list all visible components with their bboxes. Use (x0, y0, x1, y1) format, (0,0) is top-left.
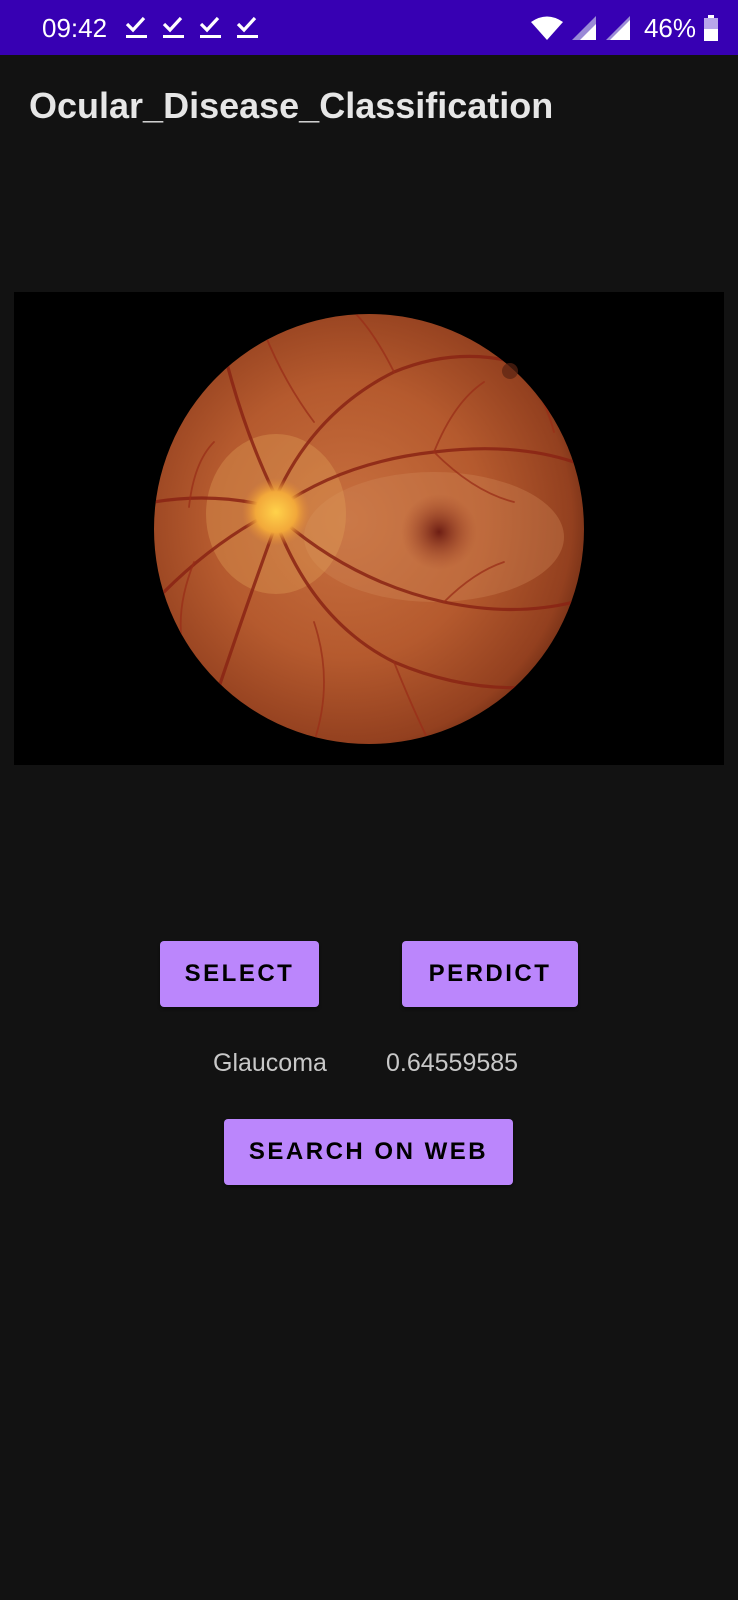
notification-icons (124, 14, 261, 40)
select-button[interactable]: SELECT (160, 941, 319, 1007)
battery-icon (704, 15, 718, 41)
signal-icon (605, 16, 630, 40)
download-done-icon (125, 16, 147, 38)
download-done-icon (236, 16, 258, 38)
wifi-icon (530, 16, 563, 40)
signal-icon (571, 16, 596, 40)
status-right-cluster: 46% (530, 13, 718, 43)
app-title: Ocular_Disease_Classification (29, 85, 554, 126)
download-done-icon (199, 16, 221, 38)
result-label: Glaucoma (213, 1049, 327, 1077)
status-bar: 09:42 46% (0, 0, 738, 55)
predict-button[interactable]: PERDICT (402, 941, 578, 1007)
result-score: 0.64559585 (386, 1049, 519, 1077)
download-done-icon (162, 16, 184, 38)
search-on-web-button[interactable]: SEARCH ON WEB (224, 1119, 513, 1185)
status-time: 09:42 (42, 13, 108, 43)
battery-percent: 46% (643, 13, 696, 43)
fundus-image (14, 292, 724, 765)
